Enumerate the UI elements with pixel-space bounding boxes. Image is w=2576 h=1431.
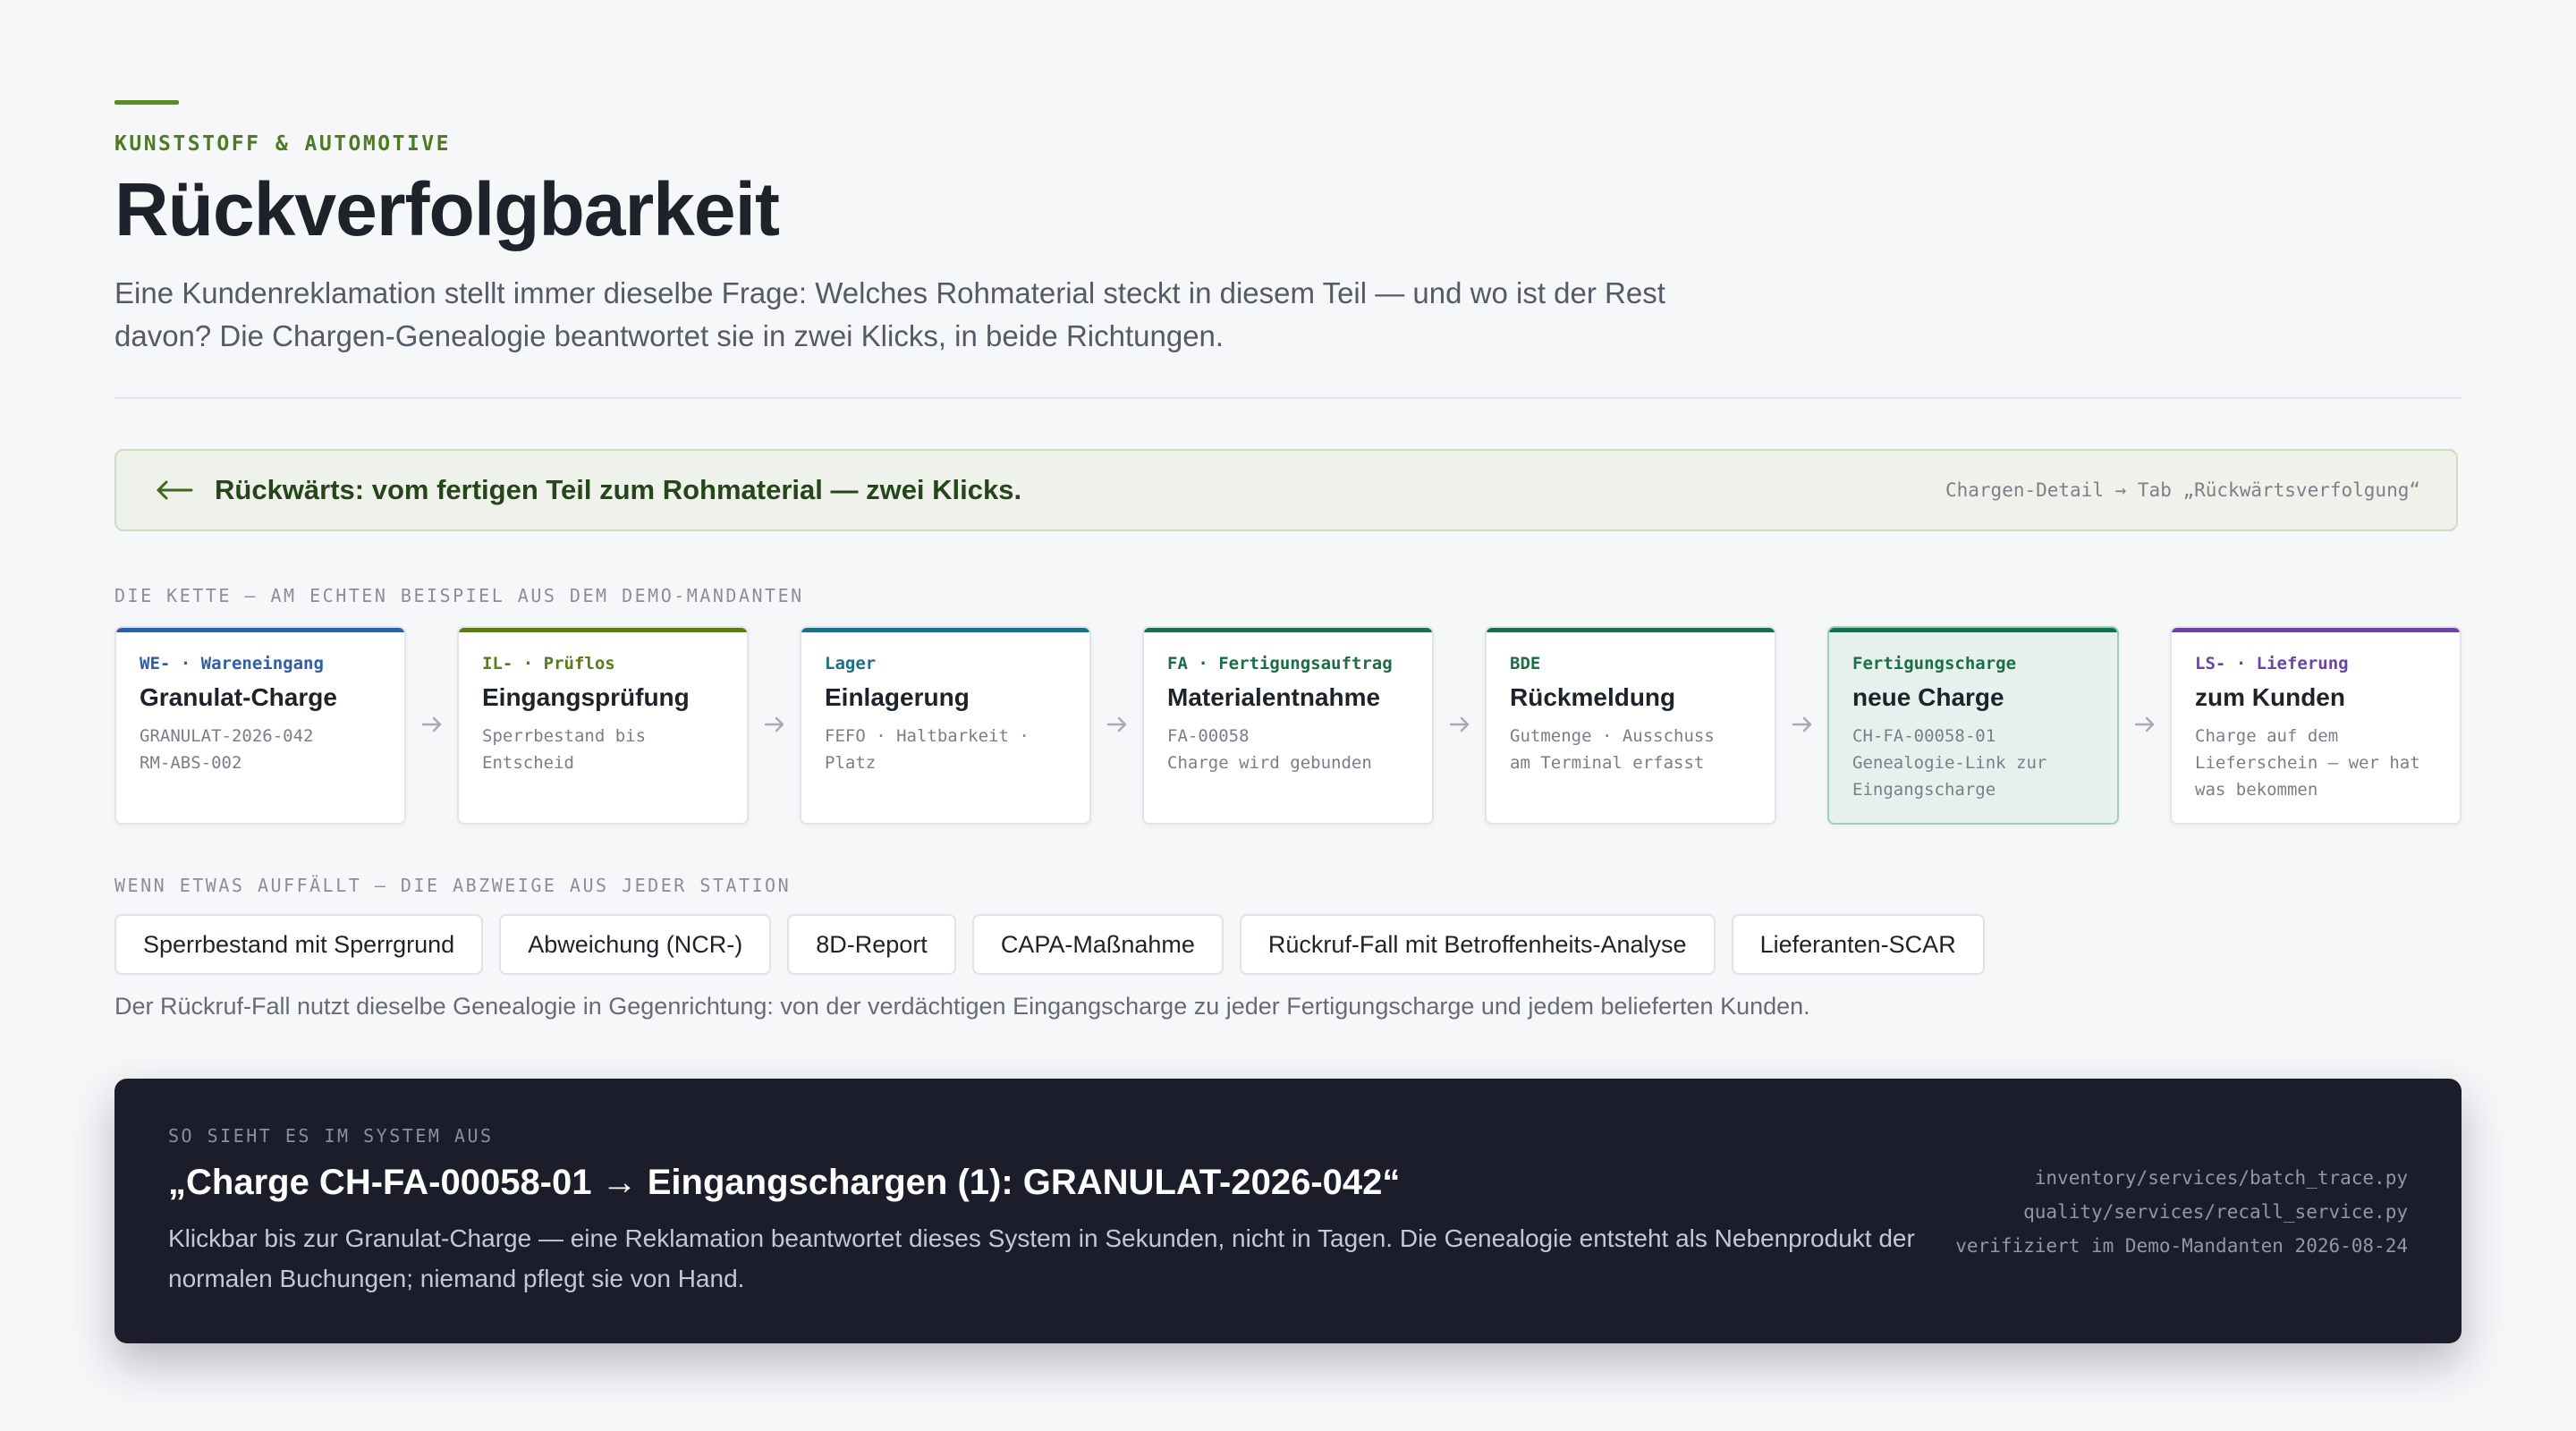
- card-title: Einlagerung: [825, 683, 970, 711]
- arrow-right-icon: [1790, 712, 1815, 737]
- banner-path: Chargen-Detail → Tab „Rückwärtsverfolgun…: [1945, 479, 2420, 501]
- card-description: FEFO · Haltbarkeit · Platz: [825, 726, 1030, 773]
- process-chain: WE- · Wareneingang Granulat-Charge GRANULA…: [114, 626, 2462, 825]
- card-accent: [459, 628, 747, 632]
- direction-banner: Rückwärts: vom fertigen Teil zum Rohmate…: [114, 449, 2458, 531]
- arrow-right-icon: [762, 712, 787, 737]
- page: KUNSTSTOFF & AUTOMOTIVE Rückverfolgbarke…: [0, 0, 2576, 1431]
- card-title: Rückmeldung: [1510, 683, 1676, 711]
- card-tag: FA · Fertigungsauftrag: [1167, 654, 1393, 673]
- card-tag: IL- · Prüflos: [482, 654, 615, 673]
- card-tag: Fertigungscharge: [1852, 654, 2017, 673]
- banner-text: Rückwärts: vom fertigen Teil zum Rohmate…: [215, 474, 1022, 505]
- card-accent: [1829, 628, 2117, 632]
- card-description: Sperrbestand bis Entscheid: [482, 726, 647, 773]
- card-tag: LS- · Lieferung: [2195, 654, 2349, 673]
- card-title: Eingangsprüfung: [482, 683, 690, 711]
- chain-card[interactable]: BDE Rückmeldung Gutmenge · Ausschuss am Te…: [1485, 626, 1776, 825]
- card-accent: [2172, 628, 2460, 632]
- card-accent: [801, 628, 1089, 632]
- card-description: Gutmenge · Ausschuss am Terminal erfasst: [1510, 726, 1715, 773]
- card-title: neue Charge: [1852, 683, 2004, 711]
- card-description: FA-00058 Charge wird gebunden: [1167, 726, 1372, 773]
- chain-card[interactable]: Lager Einlagerung FEFO · Haltbarkeit · Pla…: [800, 626, 1091, 825]
- system-title: „Charge CH-FA-00058-01 → Eingangschargen…: [168, 1163, 1401, 1202]
- chain-section-label: DIE KETTE — AM ECHTEN BEISPIEL AUS DEM D…: [114, 585, 804, 606]
- branches-section-label: WENN ETWAS AUFFÄLLT — DIE ABZWEIGE AUS J…: [114, 875, 792, 896]
- card-description: CH-FA-00058-01 Genealogie-Link zur Einga…: [1852, 726, 2047, 800]
- card-tag: WE- · Wareneingang: [140, 654, 324, 673]
- card-description: Charge auf dem Lieferschein — wer hat wa…: [2195, 726, 2420, 800]
- system-body: Klickbar bis zur Granulat-Charge — eine …: [168, 1224, 1915, 1292]
- arrow-right-icon: [1447, 712, 1472, 737]
- chain-card[interactable]: IL- · Prüflos Eingangsprüfung Sperrbestand…: [457, 626, 749, 825]
- arrow-right-icon: [419, 712, 445, 737]
- card-title: Materialentnahme: [1167, 683, 1381, 711]
- system-panel: SO SIEHT ES IM SYSTEM AUS „Charge CH-FA-…: [114, 1079, 2462, 1343]
- card-accent: [1487, 628, 1775, 632]
- meta-line: inventory/services/batch_trace.py: [2034, 1167, 2408, 1189]
- branch-chip[interactable]: Lieferanten-SCAR: [1731, 914, 1985, 975]
- accent-bar: [114, 100, 179, 105]
- branch-chip[interactable]: 8D-Report: [787, 914, 956, 975]
- meta-line: quality/services/recall_service.py: [2023, 1201, 2408, 1223]
- card-tag: Lager: [825, 654, 877, 673]
- arrow-right-icon: [2132, 712, 2157, 737]
- chain-card[interactable]: LS- · Lieferung zum Kunden Charge auf dem …: [2170, 626, 2462, 825]
- card-tag: BDE: [1510, 654, 1541, 673]
- branch-chips: Sperrbestand mit Sperrgrund Abweichung (N…: [114, 914, 1985, 975]
- chain-card[interactable]: Fertigungscharge neue Charge CH-FA-00058-0…: [1827, 626, 2119, 825]
- eyebrow: KUNSTSTOFF & AUTOMOTIVE: [114, 132, 451, 156]
- lead-text: Eine Kundenreklamation stellt immer dies…: [114, 276, 1665, 352]
- system-label: SO SIEHT ES IM SYSTEM AUS: [168, 1125, 494, 1147]
- card-accent: [1144, 628, 1432, 632]
- chain-card[interactable]: WE- · Wareneingang Granulat-Charge GRANULA…: [114, 626, 406, 825]
- divider: [114, 397, 2462, 399]
- recall-note: Der Rückruf-Fall nutzt dieselbe Genealog…: [114, 993, 1810, 1020]
- branch-chip[interactable]: Sperrbestand mit Sperrgrund: [114, 914, 484, 975]
- card-title: zum Kunden: [2195, 683, 2345, 711]
- meta-line: verifiziert im Demo-Mandanten 2026-08-24: [1955, 1235, 2408, 1257]
- arrow-right-icon: [1105, 712, 1130, 737]
- page-title: Rückverfolgbarkeit: [114, 167, 780, 251]
- card-accent: [116, 628, 404, 632]
- system-meta: inventory/services/batch_trace.py qualit…: [1955, 1161, 2408, 1263]
- branch-chip[interactable]: CAPA-Maßnahme: [971, 914, 1224, 975]
- chain-card[interactable]: FA · Fertigungsauftrag Materialentnahme FA…: [1142, 626, 1434, 825]
- card-description: GRANULAT-2026-042 RM-ABS-002: [140, 726, 314, 773]
- arrow-left-icon: [156, 477, 193, 504]
- branch-chip[interactable]: Rückruf-Fall mit Betroffenheits-Analyse: [1239, 914, 1716, 975]
- branch-chip[interactable]: Abweichung (NCR-): [499, 914, 772, 975]
- card-title: Granulat-Charge: [140, 683, 337, 711]
